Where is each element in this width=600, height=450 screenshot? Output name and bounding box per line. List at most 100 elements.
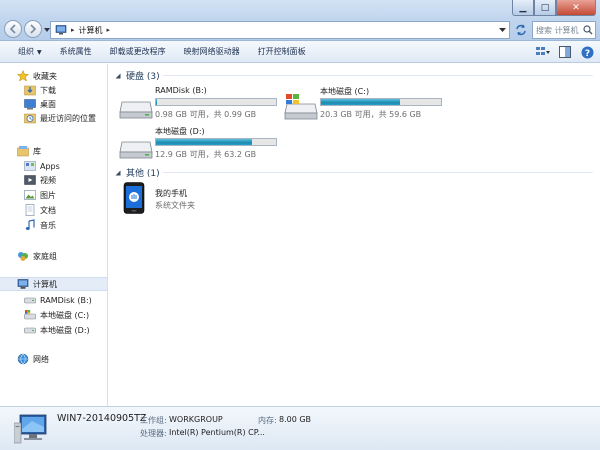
drive-d-usage-bar: [155, 138, 277, 146]
forward-button[interactable]: [24, 20, 42, 38]
minimize-button[interactable]: ▁: [512, 0, 534, 16]
system-drive-icon: [24, 310, 36, 320]
nav-music[interactable]: 音乐: [0, 218, 107, 232]
close-button[interactable]: ✕: [556, 0, 596, 16]
details-pane: WIN7-20140905TZ 工作组: WORKGROUP 内存: 8.00 …: [0, 406, 600, 450]
collapse-triangle-icon[interactable]: [115, 170, 121, 176]
homegroup-icon: [18, 252, 28, 261]
drive-b-usage-bar: [155, 98, 277, 106]
nav-drive-b-label: RAMDisk (B:): [40, 295, 92, 305]
section-hard-drives[interactable]: 硬盘 (3): [115, 69, 160, 82]
video-icon: [24, 175, 36, 185]
nav-drive-c-label: 本地磁盘 (C:): [40, 310, 90, 320]
breadcrumb-computer[interactable]: 计算机: [79, 25, 103, 36]
system-drive-icon: [284, 94, 318, 120]
nav-desktop[interactable]: 桌面: [0, 97, 107, 111]
drive-c-usage-fill: [321, 99, 401, 105]
nav-homegroup[interactable]: 家庭组: [0, 249, 107, 263]
computer-small-icon: [55, 25, 67, 35]
open-control-panel-button[interactable]: 打开控制面板: [249, 46, 315, 57]
memory-label: 内存:: [258, 416, 277, 425]
help-button[interactable]: ?: [580, 45, 594, 59]
drive-tile-b[interactable]: RAMDisk (B:) 0.98 GB 可用，共 0.99 GB: [119, 86, 299, 122]
nav-documents[interactable]: 文档: [0, 203, 107, 217]
nav-drive-d[interactable]: 本地磁盘 (D:): [0, 323, 107, 337]
section-other[interactable]: 其他 (1): [115, 166, 160, 179]
nav-pictures-label: 图片: [40, 190, 56, 200]
drive-tile-d[interactable]: 本地磁盘 (D:) 12.9 GB 可用，共 63.2 GB: [119, 126, 299, 162]
forward-arrow-icon: [30, 24, 37, 34]
ramdisk-drive-icon: [24, 297, 36, 304]
phone-icon: [123, 182, 145, 214]
nav-downloads[interactable]: 下载: [0, 83, 107, 97]
section-divider: [163, 172, 593, 173]
nav-apps[interactable]: Apps: [0, 159, 107, 173]
drive-c-info: 20.3 GB 可用，共 59.6 GB: [320, 110, 422, 119]
search-input[interactable]: 搜索 计算机: [532, 21, 596, 39]
organize-label: 组织: [18, 47, 34, 56]
maximize-button[interactable]: □: [534, 0, 556, 16]
address-bar[interactable]: ▸ 计算机 ▸: [50, 21, 510, 39]
nav-computer-label: 计算机: [33, 279, 57, 289]
nav-downloads-label: 下载: [40, 85, 56, 95]
cpu-value: Intel(R) Pentium(R) CP...: [169, 428, 265, 437]
system-properties-button[interactable]: 系统属性: [51, 46, 101, 57]
nav-homegroup-label: 家庭组: [33, 251, 57, 261]
map-network-drive-button[interactable]: 映射网络驱动器: [175, 46, 249, 57]
back-arrow-icon: [9, 24, 16, 34]
nav-network[interactable]: 网络: [0, 352, 107, 366]
window-controls: ▁ □ ✕: [512, 0, 596, 16]
nav-drive-b[interactable]: RAMDisk (B:): [0, 293, 107, 307]
nav-videos[interactable]: 视频: [0, 173, 107, 187]
address-dropdown-icon[interactable]: [499, 27, 506, 33]
search-icon[interactable]: [583, 25, 593, 35]
uninstall-program-button[interactable]: 卸载或更改程序: [101, 46, 175, 57]
my-phone-item[interactable]: 我的手机 系统文件夹: [123, 182, 243, 216]
nav-network-label: 网络: [33, 354, 49, 364]
refresh-button[interactable]: [512, 21, 530, 39]
nav-favorites[interactable]: 收藏夹: [0, 69, 107, 83]
breadcrumb-separator-icon[interactable]: ▸: [107, 26, 111, 34]
nav-libraries-label: 库: [33, 146, 41, 156]
change-view-button[interactable]: [536, 45, 550, 59]
nav-documents-label: 文档: [40, 205, 56, 215]
drive-b-name: RAMDisk (B:): [155, 86, 207, 95]
nav-apps-label: Apps: [40, 161, 60, 171]
drive-d-usage-fill: [156, 139, 252, 145]
ramdisk-drive-icon: [119, 101, 153, 119]
nav-computer[interactable]: 计算机: [0, 277, 107, 291]
machine-name: WIN7-20140905TZ: [57, 413, 147, 424]
preview-pane-button[interactable]: [558, 45, 572, 59]
libraries-icon: [17, 146, 29, 157]
nav-pictures[interactable]: 图片: [0, 188, 107, 202]
workgroup-label: 工作组:: [140, 416, 167, 425]
nav-videos-label: 视频: [40, 175, 56, 185]
drive-d-name: 本地磁盘 (D:): [155, 127, 205, 136]
downloads-folder-icon: [24, 85, 36, 96]
drive-tile-c[interactable]: 本地磁盘 (C:) 20.3 GB 可用，共 59.6 GB: [284, 86, 464, 122]
drive-c-name: 本地磁盘 (C:): [320, 87, 370, 96]
star-icon: [17, 70, 29, 82]
drive-b-info: 0.98 GB 可用，共 0.99 GB: [155, 110, 257, 119]
back-button[interactable]: [4, 20, 22, 38]
desktop-icon: [24, 99, 36, 110]
content-pane: 硬盘 (3) RAMDisk (B:) 0.98 GB 可用，共 0.99 GB…: [109, 64, 600, 406]
pictures-icon: [24, 190, 36, 200]
nav-libraries[interactable]: 库: [0, 144, 107, 158]
nav-favorites-label: 收藏夹: [33, 71, 57, 81]
organize-menu[interactable]: 组织 ▼: [0, 46, 51, 57]
nav-drive-c[interactable]: 本地磁盘 (C:): [0, 308, 107, 322]
local-drive-icon: [24, 327, 36, 334]
computer-large-icon: [14, 414, 47, 444]
breadcrumb-separator-icon[interactable]: ▸: [71, 26, 75, 34]
svg-text:?: ?: [584, 49, 589, 59]
network-icon: [17, 353, 29, 365]
section-divider: [163, 75, 593, 76]
nav-drive-d-label: 本地磁盘 (D:): [40, 325, 90, 335]
search-placeholder: 搜索 计算机: [536, 26, 579, 35]
my-phone-type: 系统文件夹: [155, 201, 195, 210]
nav-recent-places-label: 最近访问的位置: [40, 113, 96, 123]
apps-library-icon: [24, 161, 36, 171]
collapse-triangle-icon[interactable]: [115, 73, 121, 79]
nav-recent-places[interactable]: 最近访问的位置: [0, 111, 107, 125]
